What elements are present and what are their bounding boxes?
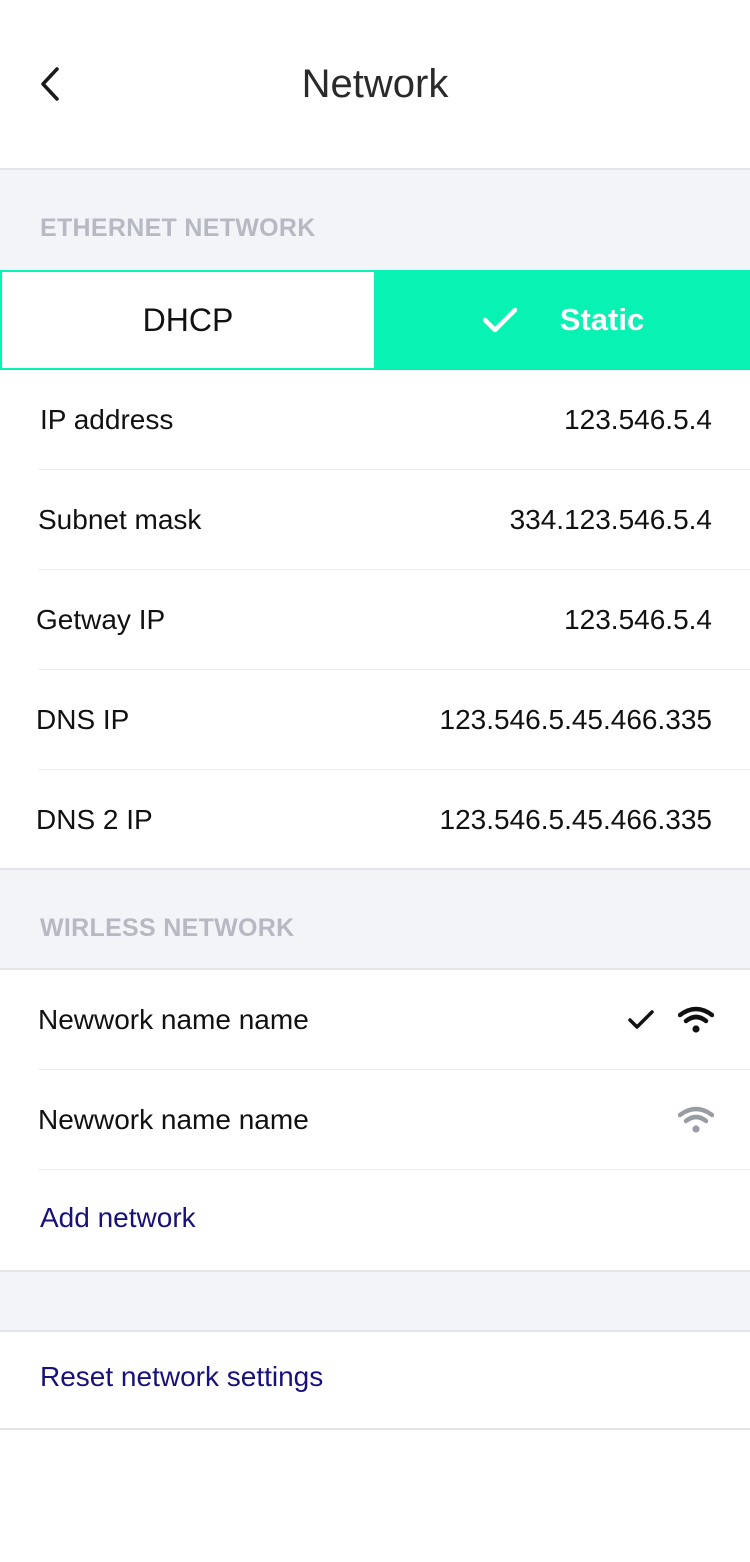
check-icon [482,307,518,333]
section-divider [0,1428,750,1430]
dns-ip-row[interactable]: DNS IP 123.546.5.45.466.335 [0,670,750,770]
field-value: 334.123.546.5.4 [509,504,712,535]
static-label: Static [559,302,645,337]
page-title: Network [301,62,449,106]
field-label: Subnet mask [38,504,202,535]
ip-address-row[interactable]: IP address 123.546.5.4 [0,370,750,470]
add-network-link[interactable]: Add network [40,1170,196,1266]
ethernet-mode-segmented-control: DHCP Static [0,270,750,370]
wireless-section-header: WIRLESS NETWORK [0,870,750,970]
spacer-band [0,1272,750,1330]
wireless-section-title: WIRLESS NETWORK [40,914,295,942]
wifi-icon [678,1106,714,1133]
network-status [628,1006,714,1034]
wifi-icon [678,1006,714,1033]
field-label: DNS IP [36,704,130,735]
dhcp-label: DHCP [142,301,234,338]
add-network-row: Add network [0,1170,750,1270]
top-bar: Network [0,0,750,170]
reset-row: Reset network settings [0,1332,750,1428]
subnet-mask-row[interactable]: Subnet mask 334.123.546.5.4 [0,470,750,570]
network-name: Newwork name name [38,1004,309,1035]
field-value: 123.546.5.45.466.335 [439,804,712,835]
gateway-ip-row[interactable]: Getway IP 123.546.5.4 [0,570,750,670]
field-label: IP address [40,404,174,435]
wifi-network-row[interactable]: Newwork name name [0,1070,750,1170]
dhcp-option[interactable]: DHCP [0,270,376,370]
network-status [678,1106,714,1134]
static-option[interactable]: Static [376,270,750,370]
network-name: Newwork name name [38,1104,309,1135]
field-label: DNS 2 IP [36,804,153,835]
ethernet-section-title: ETHERNET NETWORK [40,214,316,242]
field-value: 123.546.5.4 [564,404,712,435]
network-settings-screen: Network ETHERNET NETWORK DHCP Static IP … [0,0,750,1562]
field-value: 123.546.5.4 [564,604,712,635]
wifi-network-row[interactable]: Newwork name name [0,970,750,1070]
field-value: 123.546.5.45.466.335 [439,704,712,735]
ethernet-section-header: ETHERNET NETWORK [0,170,750,270]
check-icon [628,1010,654,1029]
reset-network-settings-link[interactable]: Reset network settings [40,1332,323,1422]
field-label: Getway IP [36,604,166,635]
dns-2-ip-row[interactable]: DNS 2 IP 123.546.5.45.466.335 [0,770,750,870]
